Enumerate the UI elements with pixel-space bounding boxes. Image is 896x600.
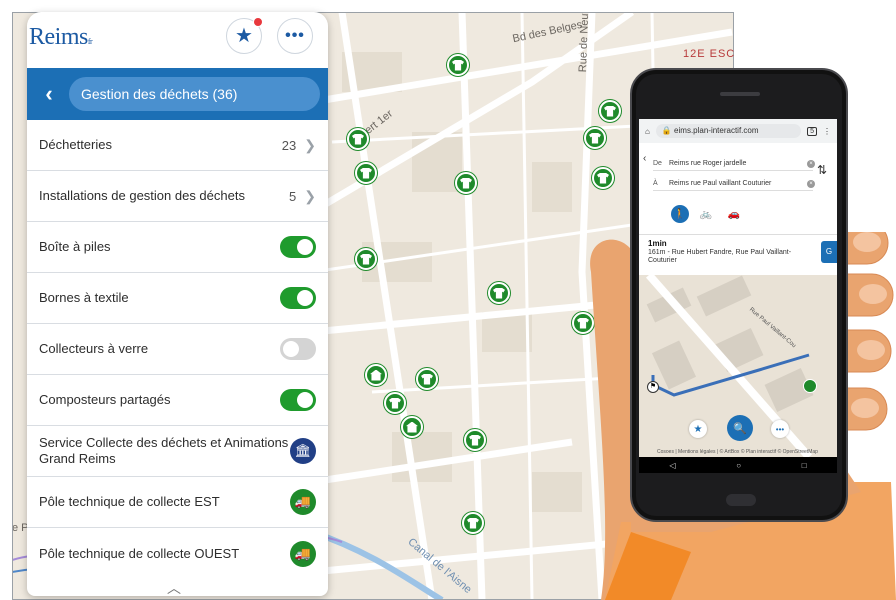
truck-icon: 🚚 (290, 540, 316, 567)
textile-marker[interactable] (355, 248, 377, 270)
compost-marker[interactable] (401, 416, 423, 438)
layer-count: 5 (289, 188, 297, 204)
clear-to-icon[interactable]: × (807, 180, 815, 188)
route-result[interactable]: 1min 161m - Rue Hubert Fandre, Rue Paul … (639, 234, 837, 274)
layer-count: 23 (281, 137, 297, 153)
back-chevron-icon[interactable]: ‹ (37, 82, 61, 106)
textile-marker[interactable] (584, 127, 606, 149)
route-to[interactable]: À Reims rue Paul vaillant Couturier × (653, 177, 815, 191)
browser-bar: ⌂ 🔒 eims.plan-interactif.com 5 ⋮ (639, 119, 837, 143)
textile-marker[interactable] (488, 282, 510, 304)
compost-marker[interactable] (365, 364, 387, 386)
chevron-right-icon: ❯ (304, 187, 316, 204)
phone-speaker (720, 92, 760, 96)
nav-recents-icon[interactable]: □ (802, 461, 807, 470)
url-field[interactable]: 🔒 eims.plan-interactif.com (655, 124, 802, 138)
route-from[interactable]: De Reims rue Roger jardelle × (653, 157, 815, 171)
route-back-icon[interactable]: ‹ (643, 153, 646, 164)
android-nav-bar: ◁ ○ □ (639, 457, 837, 473)
truck-icon: 🚚 (290, 489, 316, 515)
phone-star-button[interactable]: ★ (689, 420, 707, 438)
textile-marker[interactable] (464, 429, 486, 451)
layer-label: Service Collecte des déchets et Animatio… (39, 435, 289, 466)
start-flag-icon: ⚑ (647, 381, 659, 393)
textile-marker[interactable] (384, 392, 406, 414)
chevron-right-icon: ❯ (304, 136, 316, 153)
textile-marker[interactable] (803, 379, 817, 393)
to-value: Reims rue Paul vaillant Couturier (669, 180, 772, 187)
layer-toggle[interactable] (280, 389, 316, 411)
more-icon: ••• (285, 27, 305, 44)
layer-row-service-collecte[interactable]: Service Collecte des déchets et Animatio… (27, 426, 328, 477)
map-attribution: Cosoes | Mentions légales | © ArtBox © P… (657, 449, 818, 455)
phone-home-button (726, 494, 756, 506)
clear-from-icon[interactable]: × (807, 160, 815, 168)
favorites-button[interactable]: ★ (226, 17, 263, 54)
layer-row-bornes-textile: Bornes à textile (27, 273, 328, 324)
route-duration: 1min (648, 239, 667, 248)
browser-menu-icon[interactable]: ⋮ (823, 127, 831, 136)
layer-label: Boîte à piles (39, 239, 111, 254)
category-header: ‹ Gestion des déchets (36) (27, 68, 328, 120)
screenshot-stage: Bd des Belges Rue de Neufchâtel ubert 1e… (0, 0, 896, 600)
tabs-count[interactable]: 5 (807, 126, 817, 136)
from-value: Reims rue Roger jardelle (669, 160, 747, 167)
textile-marker[interactable] (347, 128, 369, 150)
textile-marker[interactable] (592, 167, 614, 189)
phone-map[interactable]: Rue Paul Vaillant-Cou ⚑ ★ 🔍 ••• Cosoes |… (639, 275, 837, 457)
more-options-button[interactable]: ••• (277, 18, 313, 54)
textile-marker[interactable] (416, 368, 438, 390)
route-description: 161m - Rue Hubert Fandre, Rue Paul Vaill… (648, 249, 792, 264)
nav-back-icon[interactable]: ◁ (669, 461, 675, 470)
chevron-up-icon[interactable]: ︿ (167, 578, 181, 596)
reims-logo[interactable]: Reimsfr (29, 24, 93, 51)
layer-row-dechetteries[interactable]: Déchetteries 23 ❯ (27, 120, 328, 171)
url-text: eims.plan-interactif.com (674, 126, 759, 135)
from-label: De (653, 160, 662, 167)
to-label: À (653, 180, 658, 187)
walk-mode-icon[interactable]: 🚶 (671, 205, 689, 223)
layer-label: Composteurs partagés (39, 392, 171, 407)
district-label: 12E ESC (683, 48, 736, 60)
swap-icon[interactable]: ⇅ (817, 163, 827, 177)
layer-label: Installations de gestion des déchets (39, 188, 245, 203)
lock-icon: 🔒 (661, 126, 672, 135)
panel-header: Reimsfr ★ ••• (27, 12, 328, 68)
layer-toggle[interactable] (280, 338, 316, 360)
logo-suffix: fr (87, 37, 93, 46)
star-icon: ★ (235, 25, 253, 47)
home-icon[interactable]: ⌂ (645, 127, 650, 136)
layer-label: Déchetteries (39, 137, 112, 152)
layers-panel: Reimsfr ★ ••• ‹ Gestion des déchets (36)… (27, 12, 328, 596)
notification-dot (253, 17, 263, 27)
layer-label: Pôle technique de collecte OUEST (39, 545, 240, 561)
category-title[interactable]: Gestion des déchets (36) (69, 77, 320, 111)
layer-label: Bornes à textile (39, 290, 129, 305)
layer-row-boite-piles: Boîte à piles (27, 222, 328, 273)
phone-more-button[interactable]: ••• (771, 420, 789, 438)
textile-marker[interactable] (447, 54, 469, 76)
layer-toggle[interactable] (280, 287, 316, 309)
go-button[interactable]: G (821, 241, 837, 263)
logo-text: Reims (29, 24, 88, 50)
textile-marker[interactable] (462, 512, 484, 534)
textile-marker[interactable] (355, 162, 377, 184)
layer-label: Collecteurs à verre (39, 341, 149, 356)
textile-marker[interactable] (599, 100, 621, 122)
phone-screen: ⌂ 🔒 eims.plan-interactif.com 5 ⋮ ‹ De Rei… (639, 119, 837, 473)
building-icon: 🏛 (290, 438, 316, 464)
layer-row-pole-ouest[interactable]: Pôle technique de collecte OUEST 🚚 (27, 528, 328, 579)
layer-label: Pôle technique de collecte EST (39, 494, 220, 509)
layer-row-pole-est[interactable]: Pôle technique de collecte EST 🚚 (27, 477, 328, 528)
nav-home-icon[interactable]: ○ (736, 461, 741, 470)
layer-row-installations[interactable]: Installations de gestion des déchets 5 ❯ (27, 171, 328, 222)
car-mode-icon[interactable]: 🚗 (725, 205, 743, 223)
bike-mode-icon[interactable]: 🚲 (697, 205, 715, 223)
textile-marker[interactable] (455, 172, 477, 194)
layer-row-composteurs: Composteurs partagés (27, 375, 328, 426)
layer-toggle[interactable] (280, 236, 316, 258)
phone-search-button[interactable]: 🔍 (727, 415, 753, 441)
layer-row-collecteurs-verre: Collecteurs à verre (27, 324, 328, 375)
